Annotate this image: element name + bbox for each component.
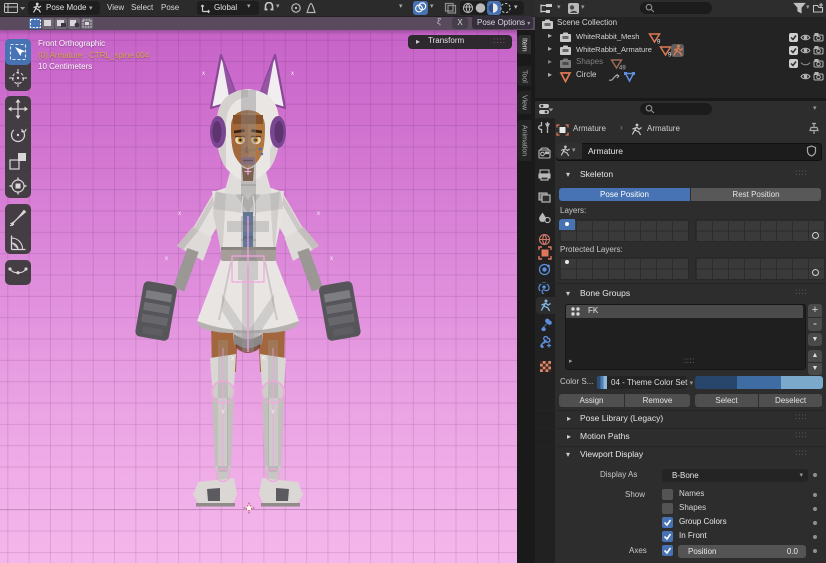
svg-text:x: x — [165, 256, 168, 262]
svg-text:x: x — [330, 256, 333, 262]
svg-text:K: K — [262, 356, 266, 362]
svg-text:x: x — [231, 356, 234, 362]
svg-text:x: x — [178, 211, 181, 217]
svg-text:49: 49 — [619, 66, 626, 71]
svg-text:Y: Y — [221, 410, 225, 416]
svg-text:Y: Y — [271, 410, 275, 416]
svg-text:x: x — [202, 71, 205, 77]
svg-text:x: x — [317, 211, 320, 217]
svg-text:x: x — [291, 71, 294, 77]
svg-text:9: 9 — [657, 40, 661, 45]
